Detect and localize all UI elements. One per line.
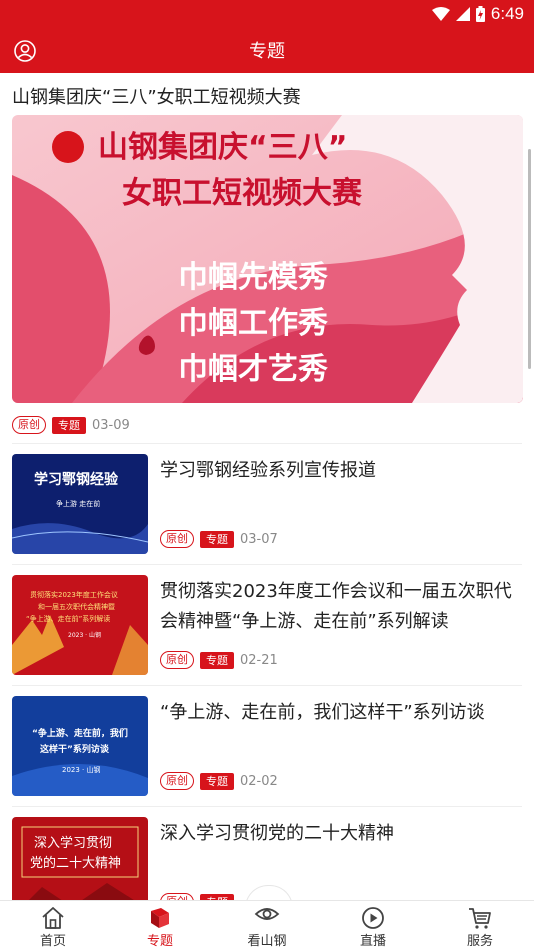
nav-label: 直播 [359, 934, 386, 949]
nav-topic[interactable]: 专题 [120, 901, 200, 951]
bottom-nav: 首页 专题 看山钢 直播 服务 [0, 900, 534, 951]
nav-label: 首页 [39, 934, 66, 949]
original-badge: 原创 [160, 772, 194, 790]
thumb-text: 贯彻落实2023年度工作会议 [30, 590, 118, 599]
thumb-text: 党的二十大精神 [30, 855, 121, 871]
page-title: 专题 [249, 41, 285, 62]
thumb-text: 争上游 走在前 [56, 499, 100, 508]
nav-label: 专题 [146, 934, 173, 949]
status-bar: 6:49 [0, 0, 534, 28]
topic-list[interactable]: 山钢集团庆“三八”女职工短视频大赛 山钢集团庆“三八” 女职工短视频大赛 巾帼先… [0, 73, 534, 900]
battery-icon [475, 6, 485, 22]
topic-badge: 专题 [200, 530, 234, 548]
thumb-text: “争上游、走在前，我们 [32, 727, 128, 739]
item-title[interactable]: 贯彻落实2023年度工作会议和一届五次职代会精神暨“争上游、走在前”系列解读 [160, 577, 524, 637]
featured-banner[interactable]: 山钢集团庆“三八” 女职工短视频大赛 巾帼先模秀 巾帼工作秀 巾帼才艺秀 [12, 115, 523, 403]
wifi-icon [431, 7, 450, 21]
banner-line5: 巾帼才艺秀 [178, 352, 328, 387]
thumb-text: 学习鄂钢经验 [34, 471, 119, 488]
original-badge: 原创 [12, 416, 46, 434]
thumb-text: 2023 · 山钢 [68, 631, 101, 639]
date-label: 02-21 [240, 652, 278, 668]
home-icon [42, 907, 64, 929]
item-title[interactable]: 深入学习贯彻党的二十大精神 [160, 819, 524, 849]
signal-icon [455, 7, 470, 21]
list-item[interactable]: 学习鄂钢经验 争上游 走在前 学习鄂钢经验系列宣传报道 原创 专题 03-07 [0, 444, 534, 565]
item-meta: 原创 专题 02-21 [160, 651, 278, 669]
play-icon [362, 907, 384, 929]
thumb-text: 深入学习贯彻 [34, 835, 112, 851]
status-icons: 6:49 [431, 4, 524, 24]
book-icon [151, 908, 169, 928]
nav-label: 服务 [466, 934, 493, 949]
list-item[interactable]: 贯彻落实2023年度工作会议 和一届五次职代会精神暨 “争上游、走在前”系列解读… [0, 565, 534, 686]
scrollbar[interactable] [528, 149, 531, 369]
header-bar: 专题 [0, 28, 534, 73]
original-badge: 原创 [160, 893, 194, 900]
thumb-text: 这样干”系列访谈 [40, 743, 110, 755]
cart-icon [469, 908, 491, 929]
status-time: 6:49 [490, 4, 524, 23]
original-badge: 原创 [160, 651, 194, 669]
original-badge: 原创 [160, 530, 194, 548]
thumb-text: 和一届五次职代会精神暨 [38, 602, 115, 611]
thumb-text: “争上游、走在前”系列解读 [26, 614, 110, 623]
nav-home[interactable]: 首页 [13, 901, 93, 951]
banner-line3: 巾帼先模秀 [178, 260, 328, 295]
nav-watch[interactable]: 看山钢 [227, 901, 307, 951]
date-label: 03-09 [92, 417, 130, 433]
eye-icon [254, 908, 280, 920]
list-item[interactable]: “争上游、走在前，我们 这样干”系列访谈 2023 · 山钢 “争上游、走在前，… [0, 686, 534, 807]
topic-badge: 专题 [52, 416, 86, 434]
nav-live[interactable]: 直播 [333, 901, 413, 951]
nav-service[interactable]: 服务 [440, 901, 520, 951]
item-thumbnail: 贯彻落实2023年度工作会议 和一届五次职代会精神暨 “争上游、走在前”系列解读… [12, 575, 148, 675]
item-thumbnail: “争上游、走在前，我们 这样干”系列访谈 2023 · 山钢 [12, 696, 148, 796]
item-thumbnail: 深入学习贯彻 党的二十大精神 [12, 817, 148, 900]
item-title[interactable]: “争上游、走在前，我们这样干”系列访谈 [160, 698, 524, 728]
topic-badge: 专题 [200, 651, 234, 669]
nav-label: 看山钢 [247, 934, 287, 949]
date-label: 02-02 [240, 773, 278, 789]
thumb-text: 2023 · 山钢 [62, 765, 101, 774]
featured-title[interactable]: 山钢集团庆“三八”女职工短视频大赛 [12, 83, 301, 109]
item-meta: 原创 专题 03-07 [160, 530, 278, 548]
topic-badge: 专题 [200, 772, 234, 790]
item-title[interactable]: 学习鄂钢经验系列宣传报道 [160, 456, 524, 486]
banner-line4: 巾帼工作秀 [178, 306, 328, 341]
item-thumbnail: 学习鄂钢经验 争上游 走在前 [12, 454, 148, 554]
item-meta: 原创 专题 02-02 [160, 772, 278, 790]
banner-line1: 山钢集团庆“三八” [98, 130, 347, 165]
banner-line2: 女职工短视频大赛 [122, 176, 363, 211]
featured-meta: 原创 专题 03-09 [12, 416, 130, 434]
date-label: 03-07 [240, 531, 278, 547]
